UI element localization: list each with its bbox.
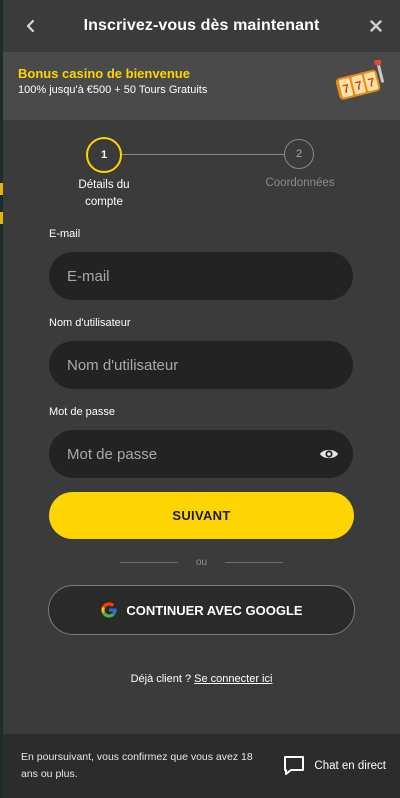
- progress-stepper: 1 Détails du compte 2 Coordonnées: [3, 120, 400, 230]
- google-signin-button[interactable]: CONTINUER AVEC GOOGLE: [48, 585, 355, 635]
- username-label: Nom d'utilisateur: [49, 317, 131, 329]
- slot-machine-icon: 7 7 7: [335, 60, 384, 100]
- google-icon: [101, 602, 117, 618]
- modal-footer: En poursuivant, vous confirmez que vous …: [3, 734, 400, 798]
- age-notice: En poursuivant, vous confirmez que vous …: [21, 751, 253, 780]
- password-field[interactable]: [49, 430, 353, 478]
- google-button-label: CONTINUER AVEC GOOGLE: [126, 602, 303, 618]
- login-prompt-text: Déjà client ?: [130, 673, 192, 685]
- email-label: E-mail: [49, 228, 81, 240]
- password-wrapper: [49, 430, 353, 478]
- step-2-indicator: 2: [284, 139, 314, 169]
- back-button[interactable]: [19, 14, 43, 38]
- modal-title: Inscrivez-vous dès maintenant: [83, 17, 320, 34]
- username-field[interactable]: [49, 341, 353, 389]
- step-2-label: Coordonnées: [265, 177, 335, 189]
- eye-icon[interactable]: [319, 445, 339, 463]
- signup-modal: Inscrivez-vous dès maintenant Bonus casi…: [3, 0, 400, 798]
- or-divider: ou: [49, 557, 354, 568]
- chevron-left-icon: [26, 19, 35, 33]
- bonus-banner: Bonus casino de bienvenue 100% jusqu'à €…: [3, 52, 400, 120]
- login-link[interactable]: Se connecter ici: [194, 673, 272, 685]
- step-1-label: Détails du compte: [78, 179, 130, 208]
- next-button[interactable]: SUIVANT: [49, 492, 354, 539]
- chat-label: Chat en direct: [314, 760, 386, 772]
- step-connector: [122, 154, 284, 155]
- login-prompt: Déjà client ? Se connecter ici: [49, 673, 354, 685]
- close-button[interactable]: [364, 14, 388, 38]
- signup-form: E-mail Nom d'utilisateur Mot de passe SU…: [3, 228, 400, 685]
- live-chat-button[interactable]: Chat en direct: [282, 755, 386, 777]
- password-label: Mot de passe: [49, 406, 116, 418]
- close-icon: [370, 20, 382, 32]
- google-button-wrap: CONTINUER AVEC GOOGLE: [48, 585, 355, 635]
- divider-line: [119, 562, 178, 563]
- email-field[interactable]: [49, 252, 353, 300]
- or-label: ou: [195, 557, 208, 568]
- step-1-indicator: 1: [86, 137, 122, 173]
- chat-icon: [284, 756, 305, 775]
- divider-line: [225, 562, 284, 563]
- modal-header: Inscrivez-vous dès maintenant: [3, 0, 400, 52]
